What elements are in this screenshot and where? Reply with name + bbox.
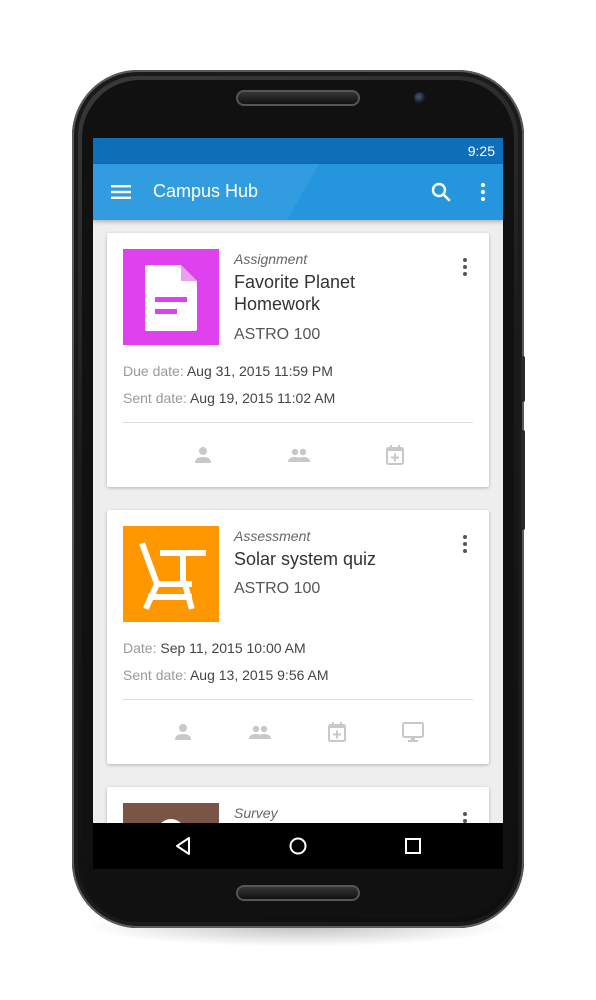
sent-date-value: Aug 19, 2015 11:02 AM bbox=[189, 390, 336, 406]
status-bar: 9:25 bbox=[93, 138, 503, 164]
app-toolbar: Campus Hub bbox=[93, 164, 503, 220]
card-type: Assessment bbox=[234, 528, 311, 544]
desk-icon bbox=[139, 542, 206, 610]
person-icon bbox=[161, 819, 181, 823]
assignment-thumbnail bbox=[123, 249, 219, 345]
due-date-value: Aug 31, 2015 11:59 PM bbox=[186, 363, 333, 379]
card-title: Solar system quiz bbox=[234, 549, 377, 569]
sent-date: Sent date: Aug 13, 2015 9:56 AM bbox=[123, 667, 329, 683]
due-date-label: Due date: bbox=[123, 363, 184, 379]
document-icon bbox=[145, 265, 197, 331]
calendar-add-icon[interactable] bbox=[383, 443, 407, 467]
system-nav-bar bbox=[93, 823, 503, 869]
screen: 9:25 Campus Hub Assignment Favorite Plan… bbox=[93, 138, 503, 823]
card-type: Survey bbox=[234, 805, 278, 821]
more-vert-icon[interactable] bbox=[453, 255, 477, 279]
bottom-speaker bbox=[236, 885, 360, 901]
status-time: 9:25 bbox=[467, 143, 495, 159]
group-icon[interactable] bbox=[287, 443, 311, 467]
menu-icon[interactable] bbox=[111, 182, 131, 202]
back-icon[interactable] bbox=[171, 834, 195, 858]
card-survey[interactable]: Survey bbox=[107, 787, 489, 823]
card-course: ASTRO 100 bbox=[234, 326, 321, 343]
group-icon[interactable] bbox=[248, 720, 272, 744]
power-button bbox=[521, 430, 525, 530]
sent-date-value: Aug 13, 2015 9:56 AM bbox=[189, 667, 329, 683]
date-label: Date: bbox=[123, 640, 157, 656]
due-date: Due date: Aug 31, 2015 11:59 PM bbox=[123, 363, 333, 379]
divider bbox=[123, 699, 473, 700]
card-assignment[interactable]: Assignment Favorite Planet Homework ASTR… bbox=[107, 233, 489, 487]
person-icon[interactable] bbox=[191, 443, 215, 467]
sent-date-label: Sent date: bbox=[123, 390, 187, 406]
calendar-add-icon[interactable] bbox=[325, 720, 349, 744]
sent-date: Sent date: Aug 19, 2015 11:02 AM bbox=[123, 390, 335, 406]
front-camera bbox=[414, 92, 426, 104]
quiz-date: Date: Sep 11, 2015 10:00 AM bbox=[123, 640, 306, 656]
survey-thumbnail bbox=[123, 803, 219, 823]
person-icon[interactable] bbox=[171, 720, 195, 744]
more-vert-icon[interactable] bbox=[471, 180, 495, 204]
more-vert-icon[interactable] bbox=[453, 532, 477, 556]
sent-date-label: Sent date: bbox=[123, 667, 187, 683]
card-assessment[interactable]: Assessment Solar system quiz ASTRO 100 D… bbox=[107, 510, 489, 764]
top-speaker bbox=[236, 90, 360, 106]
app-title: Campus Hub bbox=[153, 181, 259, 201]
date-value: Sep 11, 2015 10:00 AM bbox=[160, 640, 306, 656]
divider bbox=[123, 422, 473, 423]
volume-button bbox=[521, 356, 525, 402]
home-icon[interactable] bbox=[286, 834, 310, 858]
recents-icon[interactable] bbox=[401, 834, 425, 858]
more-vert-icon[interactable] bbox=[453, 809, 477, 823]
assessment-thumbnail bbox=[123, 526, 219, 622]
card-title: Favorite Planet Homework bbox=[234, 272, 356, 314]
card-type: Assignment bbox=[234, 251, 308, 267]
search-icon[interactable] bbox=[429, 180, 453, 204]
card-course: ASTRO 100 bbox=[234, 580, 321, 597]
monitor-icon[interactable] bbox=[401, 720, 425, 744]
